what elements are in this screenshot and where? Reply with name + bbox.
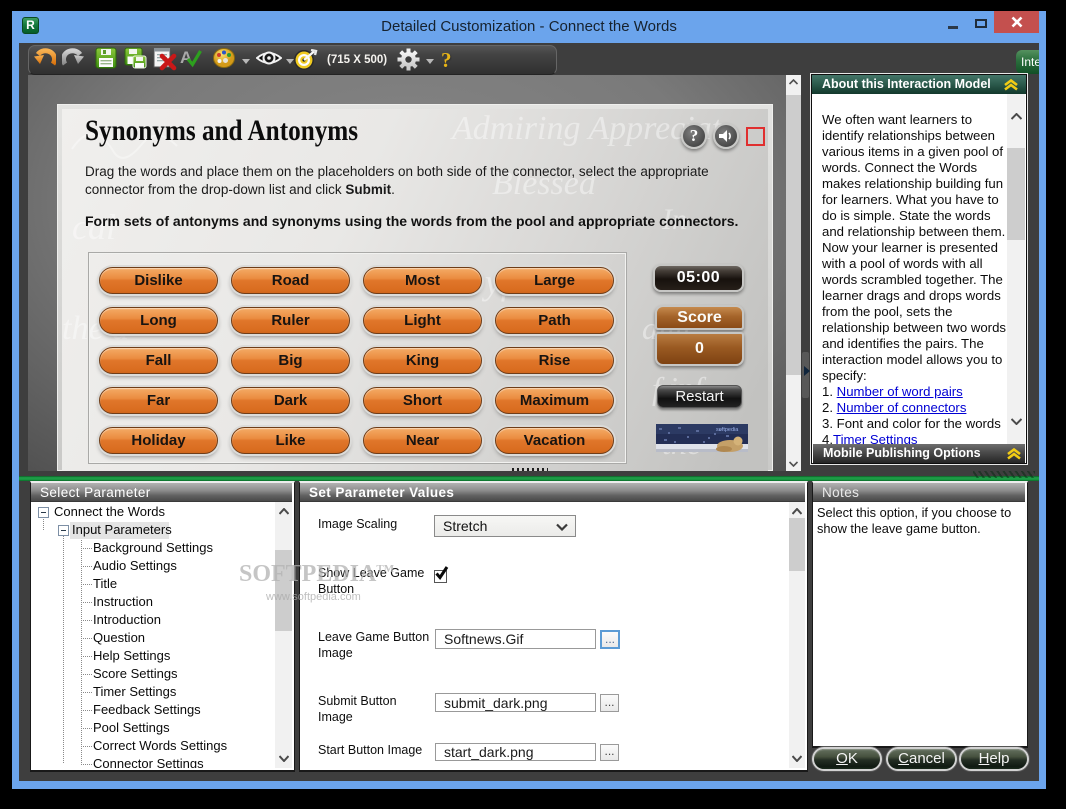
svg-text:softpedia: softpedia: [716, 427, 739, 433]
